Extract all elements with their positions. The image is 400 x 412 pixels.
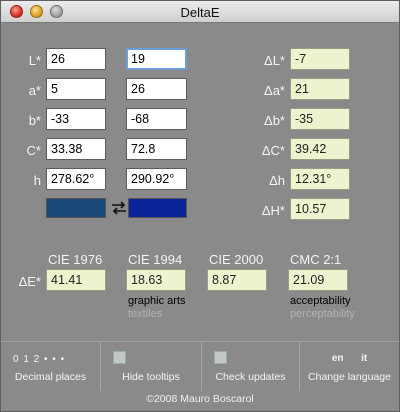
window-title: DeltaE [180,5,220,20]
a-input-2[interactable]: 26 [126,78,187,100]
decimal-places-label: Decimal places [14,371,87,383]
check-updates-control[interactable]: Check updates [202,341,300,391]
delta-b-value: -35 [290,108,350,130]
hide-tooltips-checkbox[interactable] [113,351,126,364]
h-input-2[interactable]: 290.92° [126,168,187,190]
cie2000-title: CIE 2000 [209,252,264,267]
label-b: b* [28,113,41,128]
delta-e-label: ΔE* [18,274,41,289]
copyright-footer: ©2008 Mauro Boscarol [146,393,254,405]
cmc-value: 21.09 [288,269,348,291]
hide-tooltips-label: Hide tooltips [122,371,180,383]
b-input-2[interactable]: -68 [126,108,187,130]
deltae-window: DeltaE L* a* b* C* h 26 5 -33 33.38 278.… [0,0,400,412]
cie2000-value: 8.87 [207,269,267,291]
cmc-option-acceptability[interactable]: acceptability [290,295,351,307]
label-delta-L: ΔL* [264,53,285,68]
delta-a-value: 21 [290,78,350,100]
color-swatch-2 [128,198,187,218]
label-delta-H: ΔH* [261,203,285,218]
label-delta-h: Δh [269,173,285,188]
label-delta-a: Δa* [264,83,285,98]
lang-it-option[interactable]: it [361,353,367,364]
change-language-control[interactable]: en it Change language [300,341,399,391]
label-delta-b: Δb* [264,113,285,128]
label-C: C* [26,143,41,158]
label-h: h [33,173,41,188]
hide-tooltips-control[interactable]: Hide tooltips [101,341,202,391]
decimal-places-control[interactable]: 0 1 2 • • • Decimal places [1,341,101,391]
color-swatch-1 [46,198,106,218]
a-input-1[interactable]: 5 [46,78,106,100]
check-updates-checkbox[interactable] [214,351,227,364]
cie1994-value: 18.63 [126,269,186,291]
swap-arrows-icon[interactable] [109,198,129,218]
L-input-1[interactable]: 26 [46,48,106,70]
language-options: en it [300,353,399,364]
cie1976-value: 41.41 [46,269,106,291]
C-input-2[interactable]: 72.8 [126,138,187,160]
check-updates-label: Check updates [215,371,286,383]
cmc-option-perceptability[interactable]: perceptability [290,308,355,320]
bottom-toolbar: 0 1 2 • • • Decimal places Hide tooltips… [1,341,399,391]
label-delta-C: ΔC* [261,143,285,158]
delta-L-value: -7 [290,48,350,70]
cmc-title: CMC 2:1 [290,252,342,267]
delta-C-value: 39.42 [290,138,350,160]
cie1994-option-graphic-arts[interactable]: graphic arts [128,295,185,307]
decimal-options[interactable]: 0 1 2 • • • [13,354,65,365]
b-input-1[interactable]: -33 [46,108,106,130]
cie1976-title: CIE 1976 [48,252,103,267]
label-L: L* [28,53,41,68]
change-language-label: Change language [308,371,391,383]
title-bar: DeltaE [1,1,399,23]
lang-en-option[interactable]: en [332,353,344,364]
L-input-2[interactable]: 19 [126,48,187,70]
label-a: a* [28,83,41,98]
h-input-1[interactable]: 278.62° [46,168,106,190]
cie1994-option-textiles[interactable]: textiles [128,308,162,320]
C-input-1[interactable]: 33.38 [46,138,106,160]
delta-H-value: 10.57 [290,198,350,220]
delta-h-value: 12.31° [290,168,350,190]
cie1994-title: CIE 1994 [128,252,183,267]
